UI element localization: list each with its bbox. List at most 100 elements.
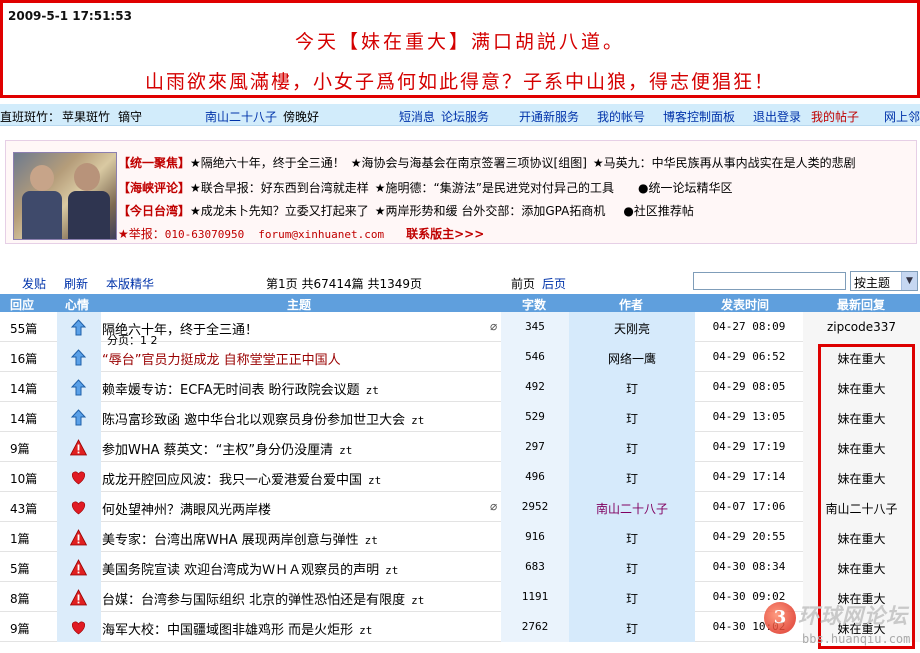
table-row[interactable]: 43篇 何处望神州？满眼风光两岸楼 ⌀ 2952 南山二十八子 04-07 17:06 南山… (0, 492, 920, 522)
table-row[interactable]: 5篇 美国务院宣读 欢迎台湾成为ＷＨＡ观察员的声明 zt 683 玎 04-30 08:3… (0, 552, 920, 582)
mood-cell (57, 342, 101, 372)
page-info: 第1页 共67414篇 共1349页 (266, 277, 422, 291)
header-banner: 2009-5-1 17:51:53 今天【妹在重大】满口胡説八道。 山雨欲來風滿… (0, 0, 920, 98)
col-chars: 字数 (522, 298, 547, 312)
heart-icon (70, 469, 87, 486)
mood-cell (57, 552, 101, 582)
post-time: 04-29 08:05 (712, 380, 786, 393)
post-button[interactable]: 发贴 (22, 275, 46, 292)
topic-title-link[interactable]: 成龙开腔回应风波：我只一心爱港爱台爱中国 (102, 473, 362, 488)
promo-link[interactable]: ★两岸形势和缓 台外交部：添加GPA拓商机 (375, 204, 606, 218)
table-row[interactable]: 14篇 赖幸媛专访：ECFA无时间表 盼行政院会议题 zt 492 玎 04-29 08:… (0, 372, 920, 402)
zt-tag: zt (411, 414, 425, 427)
topic-title-cell: 参加WHA 蔡英文：“主权”身分仍没厘清 zt (101, 432, 501, 462)
author-link[interactable]: 玎 (569, 582, 695, 612)
author-link[interactable]: 网络一鹰 (569, 342, 695, 372)
last-reply-user[interactable]: zipcode337 (803, 312, 920, 342)
moderator-link-2[interactable]: 镝守 (118, 108, 142, 125)
topic-table-header: 回应 心情 主题 字数 作者 发表时间 最新回复 (0, 294, 920, 312)
table-row[interactable]: 14篇 陈冯富珍致函 邀中华台北以观察员身份参加世卫大会 zt 529 玎 04-29 1… (0, 402, 920, 432)
zt-tag: zt (368, 474, 382, 487)
topic-title-link[interactable]: 台媒：台湾参与国际组织 北京的弹性恐怕还是有限度 (102, 593, 405, 608)
col-reply: 回应 (10, 298, 35, 312)
author-link[interactable]: 天刚亮 (569, 312, 695, 342)
reply-count: 10篇 (10, 472, 38, 486)
prev-page-link[interactable]: 前页 (511, 275, 535, 292)
watermark-brand: 环球网论坛 (798, 604, 908, 628)
char-count: 683 (501, 552, 569, 582)
post-time: 04-30 08:34 (712, 560, 786, 573)
table-row[interactable]: 55篇 隔绝六十年，终于全三通！ 分页：1 2 ⌀ 345 天刚亮 04-27 08:09 z… (0, 312, 920, 347)
mood-cell (57, 492, 101, 522)
promo-link[interactable]: ●社区推荐帖 (623, 204, 693, 218)
promo-link[interactable]: ★联合早报：好东西到台湾就走样 (190, 181, 369, 195)
table-row[interactable]: 10篇 成龙开腔回应风波：我只一心爱港爱台爱中国 zt 496 玎 04-29 17:14… (0, 462, 920, 492)
search-input[interactable] (693, 272, 846, 290)
topic-title-link[interactable]: 海军大校：中国疆域图非雄鸡形 而是火炬形 (102, 623, 353, 638)
post-time: 04-29 06:52 (712, 350, 786, 363)
top-navbar: 直班斑竹： 苹果斑竹 镝守 南山二十八子 傍晚好 短消息 论坛服务 开通新服务 … (0, 104, 920, 126)
topic-title-link[interactable]: 美国务院宣读 欢迎台湾成为ＷＨＡ观察员的声明 (102, 563, 379, 578)
sort-select-value: 按主题 (854, 276, 891, 290)
topic-title-cell: 美专家：台湾出席WHA 展现两岸创意与弹性 zt (101, 522, 501, 552)
author-link[interactable]: 南山二十八子 (569, 492, 695, 522)
next-page-link[interactable]: 后页 (542, 275, 566, 292)
forum-service-link[interactable]: 论坛服务 (441, 108, 489, 125)
mood-cell (57, 402, 101, 432)
author-link[interactable]: 玎 (569, 372, 695, 402)
current-user-link[interactable]: 南山二十八子 (205, 108, 277, 125)
author-link[interactable]: 玎 (569, 522, 695, 552)
topic-title-cell: 成龙开腔回应风波：我只一心爱港爱台爱中国 zt (101, 462, 501, 492)
logout-link[interactable]: 退出登录 (753, 108, 801, 125)
topic-title-link[interactable]: 参加WHA 蔡英文：“主权”身分仍没厘清 (102, 443, 333, 458)
chevron-down-icon[interactable]: ▼ (901, 272, 917, 290)
author-link[interactable]: 玎 (569, 552, 695, 582)
topic-title-cell: 海军大校：中国疆域图非雄鸡形 而是火炬形 zt (101, 612, 501, 642)
my-account-link[interactable]: 我的帐号 (597, 108, 645, 125)
promo-link[interactable]: ★马英九：中华民族再从事内战实在是人类的悲剧 (593, 156, 856, 170)
messages-link[interactable]: 短消息 (399, 108, 435, 125)
topic-title-link[interactable]: 赖幸媛专访：ECFA无时间表 盼行政院会议题 (102, 383, 360, 398)
digest-link[interactable]: 本版精华 (106, 275, 154, 292)
col-mood: 心情 (65, 298, 90, 312)
promo-link[interactable]: ★成龙未卜先知？立委又打起来了 (190, 204, 369, 218)
topic-title-cell: 隔绝六十年，终于全三通！ (101, 312, 501, 342)
blog-panel-link[interactable]: 博客控制面板 (663, 108, 735, 125)
topic-title-link[interactable]: “辱台”官员力挺成龙 自称堂堂正正中国人 (102, 353, 341, 368)
mood-cell (57, 312, 101, 342)
promo-tag-strait: 【海峡评论】 (118, 181, 191, 195)
banner-line-2: 山雨欲來風滿樓，小女子爲何如此得意？子系中山狼，得志便猖狂！ (144, 71, 775, 93)
author-link[interactable]: 玎 (569, 612, 695, 642)
topic-title-link[interactable]: 陈冯富珍致函 邀中华台北以观察员身份参加世卫大会 (102, 413, 405, 428)
author-link[interactable]: 玎 (569, 402, 695, 432)
char-count: 297 (501, 432, 569, 462)
post-time: 04-29 17:14 (712, 470, 786, 483)
char-count: 2952 (501, 492, 569, 522)
promo-link[interactable]: ★隔绝六十年，终于全三通！ (190, 156, 345, 170)
author-link[interactable]: 玎 (569, 432, 695, 462)
net-neighbor-link[interactable]: 网上邻 (884, 108, 920, 125)
moderator-link-1[interactable]: 苹果斑竹 (62, 108, 110, 125)
topic-title-cell: 陈冯富珍致函 邀中华台北以观察员身份参加世卫大会 zt (101, 402, 501, 432)
reply-count: 9篇 (10, 442, 30, 456)
promo-tag-taiwan: 【今日台湾】 (118, 204, 191, 218)
table-row[interactable]: 16篇 “辱台”官员力挺成龙 自称堂堂正正中国人 546 网络一鹰 04-29 06:5… (0, 342, 920, 372)
sort-select[interactable]: 按主题 ▼ (850, 271, 918, 291)
report-email[interactable]: forum@xinhuanet.com (258, 228, 384, 241)
table-row[interactable]: 1篇 美专家：台湾出席WHA 展现两岸创意与弹性 zt 916 玎 04-29 20:55… (0, 522, 920, 552)
col-author: 作者 (619, 298, 644, 312)
topic-title-link[interactable]: 美专家：台湾出席WHA 展现两岸创意与弹性 (102, 533, 359, 548)
promo-link[interactable]: ●统一论坛精华区 (638, 181, 732, 195)
refresh-button[interactable]: 刷新 (64, 275, 88, 292)
paperclip-icon: ⌀ (490, 319, 498, 333)
promo-link[interactable]: ★施明德：“集游法”是民进党对付异己的工具 (375, 181, 614, 195)
contact-moderator-link[interactable]: 联系版主>>> (406, 227, 484, 241)
my-posts-link[interactable]: 我的帖子 (811, 108, 859, 125)
table-row[interactable]: 9篇 参加WHA 蔡英文：“主权”身分仍没厘清 zt 297 玎 04-29 17:19 妹… (0, 432, 920, 462)
new-service-link[interactable]: 开通新服务 (519, 108, 579, 125)
author-link[interactable]: 玎 (569, 462, 695, 492)
promo-photo[interactable] (13, 152, 117, 240)
topic-title-link[interactable]: 何处望神州？满眼风光两岸楼 (102, 503, 271, 518)
mood-cell (57, 522, 101, 552)
promo-link[interactable]: ★海协会与海基会在南京签署三项协议[组图] (351, 156, 587, 170)
